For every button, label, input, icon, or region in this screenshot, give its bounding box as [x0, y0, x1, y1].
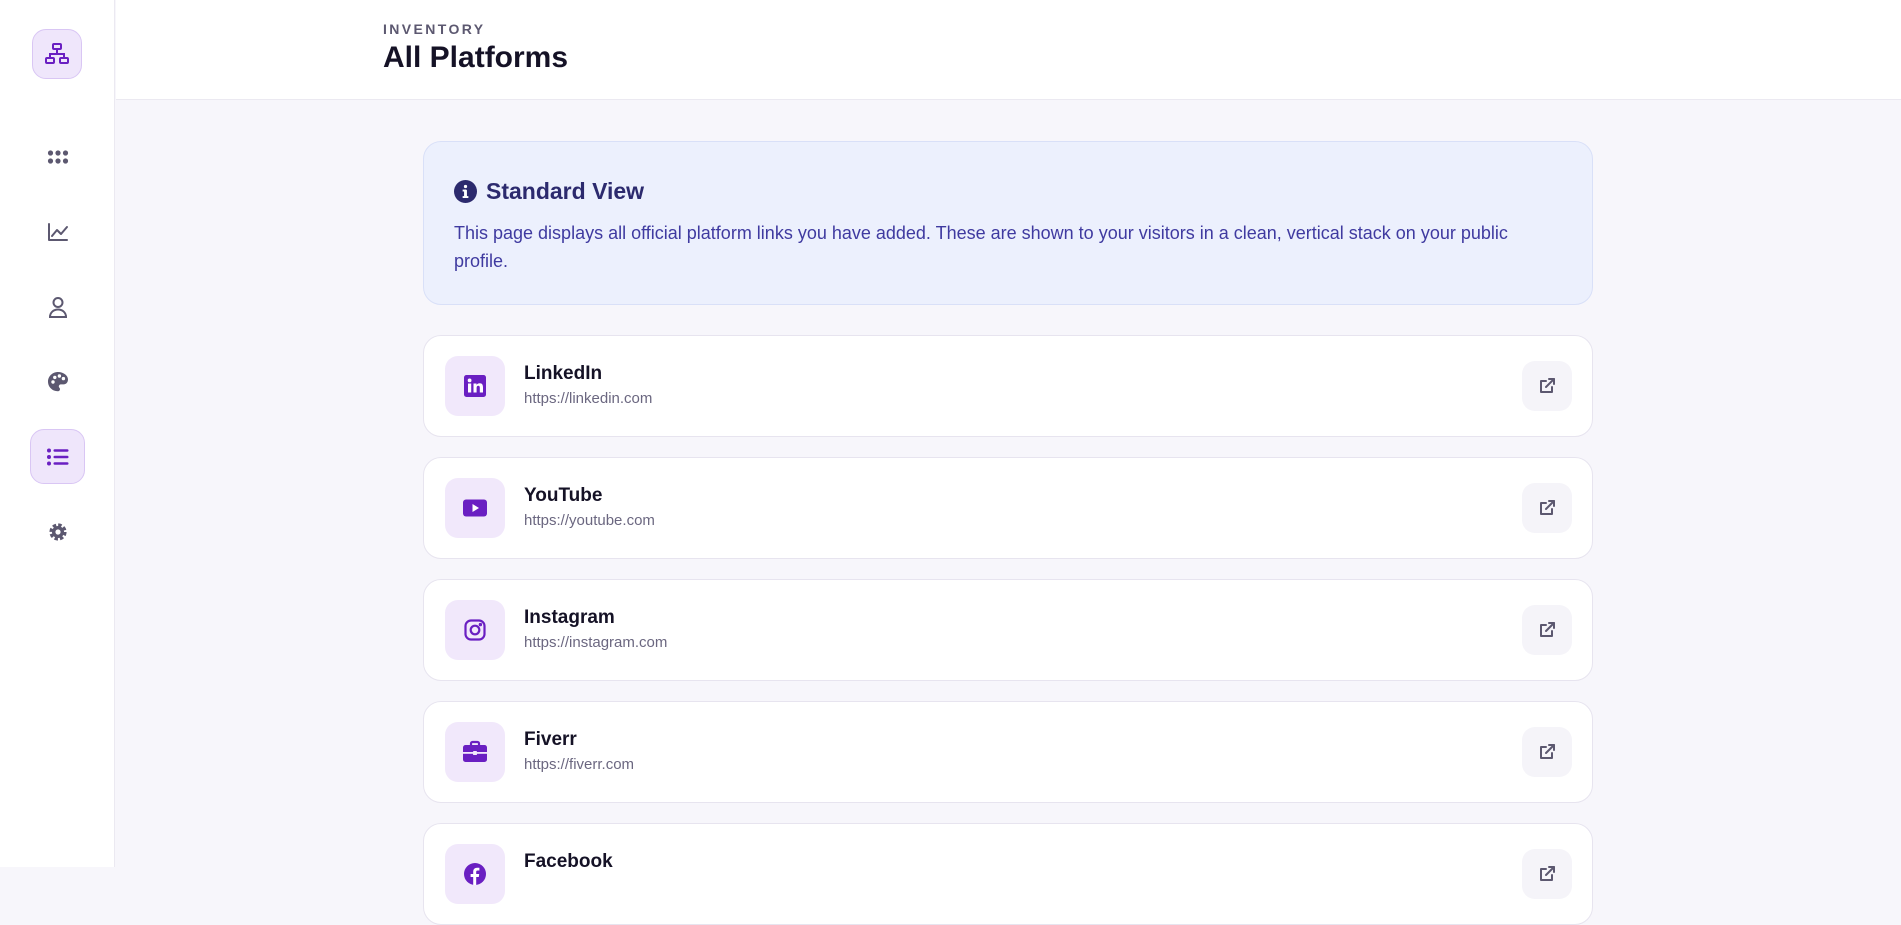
info-icon	[454, 180, 477, 203]
page-eyebrow: INVENTORY	[383, 21, 486, 37]
info-text: This page displays all official platform…	[454, 223, 1508, 271]
platform-url: https://linkedin.com	[524, 390, 653, 407]
logo[interactable]	[32, 29, 82, 79]
chart-line-icon	[47, 222, 68, 241]
platform-card: Instagram https://instagram.com	[423, 579, 1593, 681]
platform-name: YouTube	[524, 485, 603, 506]
platform-card: LinkedIn https://linkedin.com	[423, 335, 1593, 437]
gear-icon	[48, 522, 67, 541]
youtube-icon	[463, 499, 487, 517]
platform-card: YouTube https://youtube.com	[423, 457, 1593, 559]
external-link-icon	[1540, 378, 1555, 393]
platform-name: Facebook	[524, 851, 613, 872]
external-link-icon	[1540, 744, 1555, 759]
nav-platforms[interactable]	[30, 429, 85, 484]
external-link-icon	[1540, 500, 1555, 515]
open-link-button[interactable]	[1522, 605, 1572, 655]
list-icon	[46, 448, 68, 465]
sitemap-icon	[45, 43, 69, 64]
nav-profile[interactable]	[30, 279, 85, 334]
open-link-button[interactable]	[1522, 361, 1572, 411]
platform-icon-box	[445, 844, 505, 904]
platform-name: LinkedIn	[524, 363, 603, 384]
platform-card: Fiverr https://fiverr.com	[423, 701, 1593, 803]
nav-settings[interactable]	[30, 504, 85, 559]
user-icon	[48, 296, 67, 318]
platform-icon-box	[445, 356, 505, 416]
grid-icon	[47, 149, 68, 164]
platform-url: https://fiverr.com	[524, 756, 635, 773]
open-link-button[interactable]	[1522, 483, 1572, 533]
info-header: Standard View	[454, 178, 644, 205]
linkedin-icon	[464, 375, 486, 397]
facebook-icon	[464, 863, 486, 885]
platform-url: https://instagram.com	[524, 634, 668, 651]
instagram-icon	[464, 619, 486, 641]
platform-card: Facebook	[423, 823, 1593, 925]
nav-analytics[interactable]	[30, 204, 85, 259]
briefcase-icon	[463, 740, 487, 762]
nav-dashboard[interactable]	[30, 129, 85, 184]
platform-icon-box	[445, 478, 505, 538]
page-header: INVENTORY All Platforms	[116, 0, 1901, 100]
platform-name: Instagram	[524, 607, 615, 628]
sidebar	[0, 0, 115, 867]
palette-icon	[47, 371, 68, 391]
platform-name: Fiverr	[524, 729, 577, 750]
external-link-icon	[1540, 622, 1555, 637]
platform-url: https://youtube.com	[524, 512, 655, 529]
page-title: All Platforms	[383, 41, 569, 74]
open-link-button[interactable]	[1522, 849, 1572, 899]
platform-icon-box	[445, 600, 505, 660]
platform-icon-box	[445, 722, 505, 782]
info-title: Standard View	[486, 178, 645, 204]
nav-appearance[interactable]	[30, 354, 85, 409]
open-link-button[interactable]	[1522, 727, 1572, 777]
external-link-icon	[1540, 866, 1555, 881]
info-banner: Standard View This page displays all off…	[423, 141, 1593, 305]
